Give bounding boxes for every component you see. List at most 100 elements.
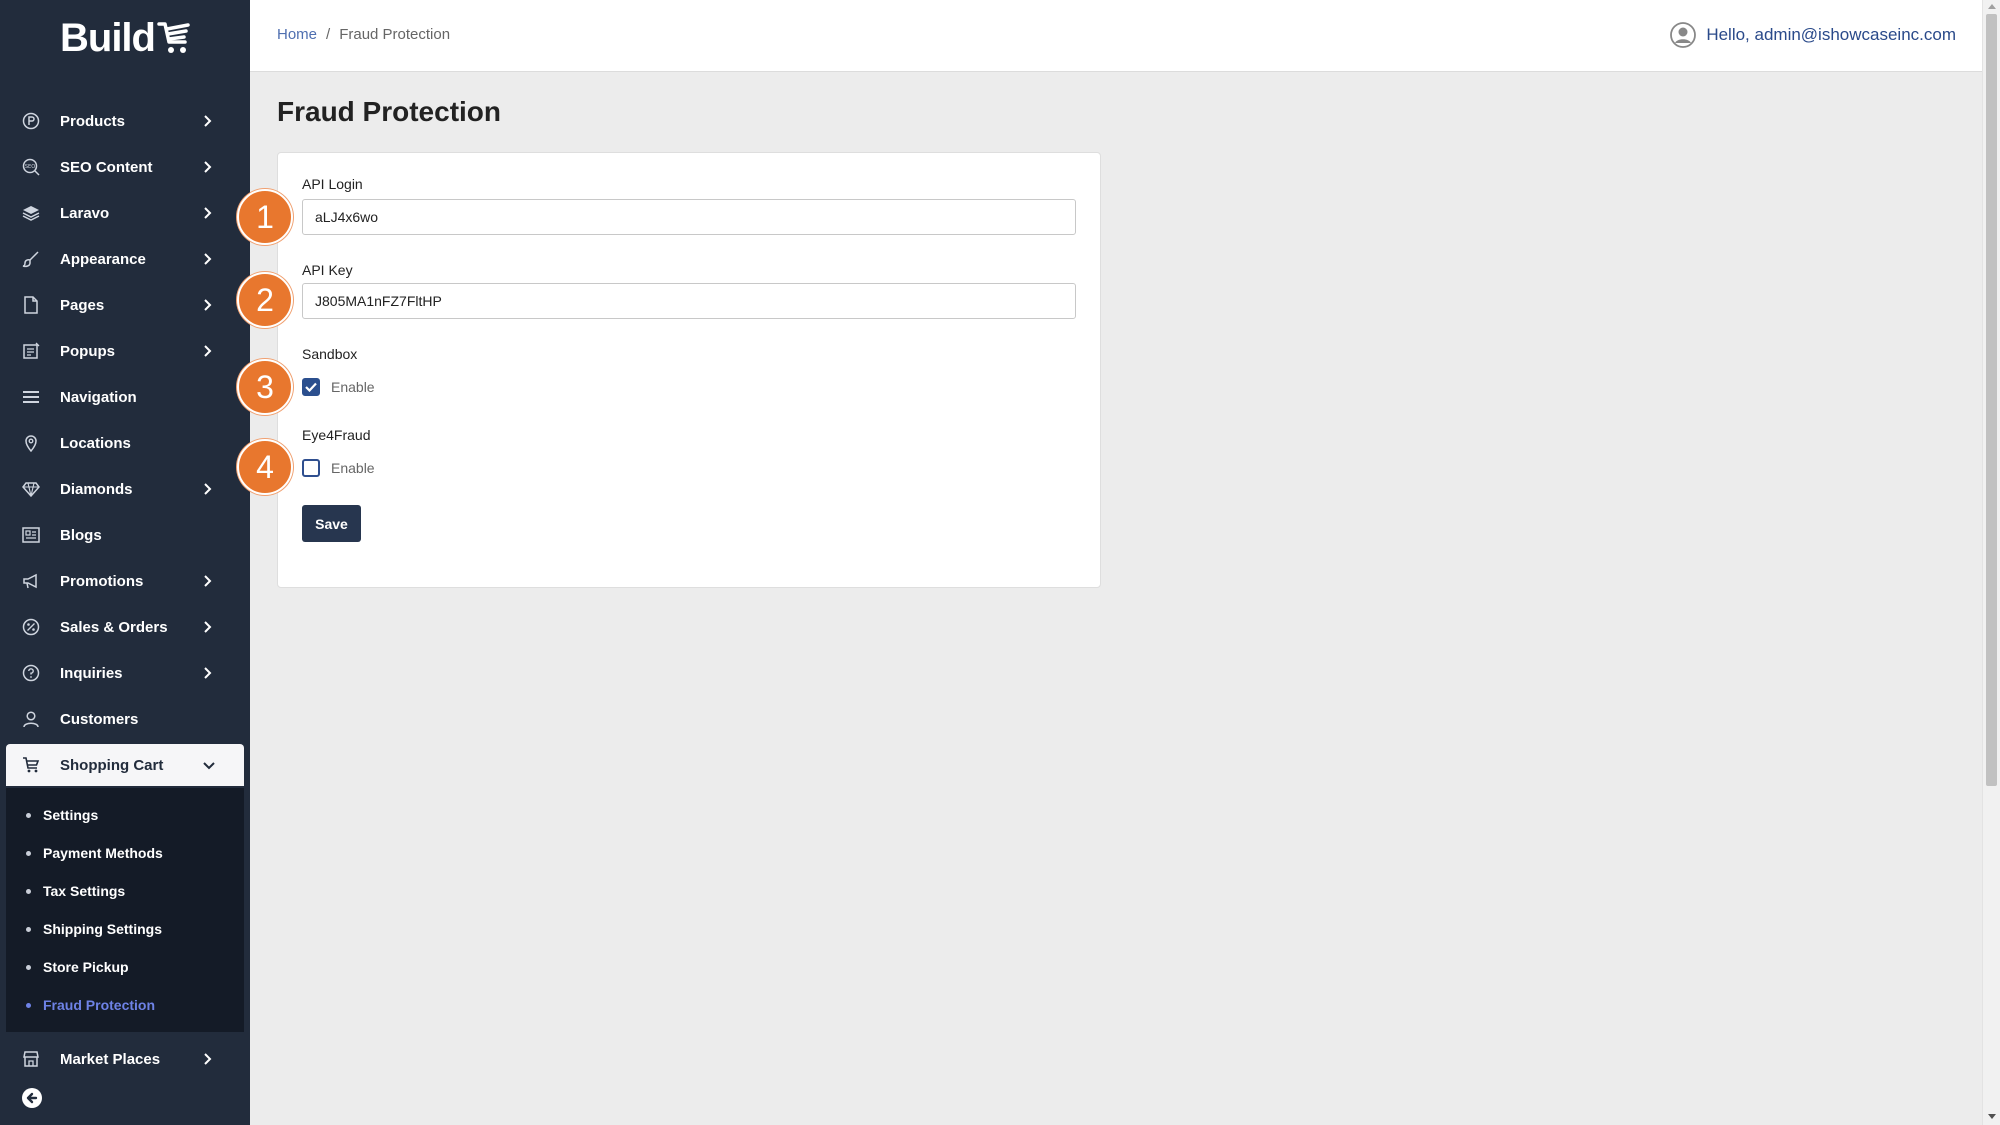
- store-icon: [20, 1048, 42, 1070]
- submenu-item-store-pickup[interactable]: Store Pickup: [6, 948, 244, 986]
- chevron-right-icon: [200, 206, 214, 220]
- user-menu[interactable]: Hello, admin@ishowcaseinc.com: [1670, 22, 1956, 48]
- sidebar-item-products[interactable]: Products: [0, 98, 250, 144]
- sidebar-item-label: Popups: [60, 342, 115, 360]
- chevron-right-icon: [200, 114, 214, 128]
- sidebar-item-market-places[interactable]: Market Places: [0, 1036, 250, 1082]
- scroll-down-icon[interactable]: [1988, 1114, 1996, 1119]
- sidebar-item-promotions[interactable]: Promotions: [0, 558, 250, 604]
- sidebar-item-label: Market Places: [60, 1050, 161, 1068]
- sidebar-item-label: Laravo: [60, 204, 110, 222]
- arrow-left-icon: [26, 1092, 38, 1104]
- chevron-right-icon: [200, 298, 214, 312]
- svg-text:SEO: SEO: [25, 164, 35, 170]
- sidebar-item-customers[interactable]: Customers: [0, 696, 250, 742]
- submenu-item-fraud-protection[interactable]: Fraud Protection: [6, 986, 244, 1024]
- sidebar-item-locations[interactable]: Locations: [0, 420, 250, 466]
- chevron-right-icon: [200, 666, 214, 680]
- bullet-dot: [26, 888, 31, 894]
- shopping-cart-submenu: Settings Payment Methods Tax Settings Sh…: [6, 788, 244, 1032]
- submenu-item-shipping-settings[interactable]: Shipping Settings: [6, 910, 244, 948]
- chevron-right-icon: [200, 344, 214, 358]
- chevron-right-icon: [200, 482, 214, 496]
- submenu-item-label: Store Pickup: [43, 959, 129, 975]
- layers-icon: [20, 202, 42, 224]
- scroll-thumb[interactable]: [1986, 14, 1997, 786]
- sidebar-item-popups[interactable]: Popups: [0, 328, 250, 374]
- bullet-dot: [26, 1002, 31, 1008]
- bullet-dot: [26, 926, 31, 932]
- blog-icon: [20, 524, 42, 546]
- sidebar-item-label: Customers: [60, 710, 139, 728]
- bullet-dot: [26, 964, 31, 970]
- sidebar-item-label: Locations: [60, 434, 131, 452]
- sidebar-item-laravo[interactable]: Laravo: [0, 190, 250, 236]
- sandbox-enable-checkbox[interactable]: Enable: [302, 378, 375, 396]
- chevron-right-icon: [200, 252, 214, 266]
- user-avatar-icon: [1670, 22, 1697, 48]
- chevron-right-icon: [200, 1052, 214, 1066]
- sidebar-item-label: Appearance: [60, 250, 146, 268]
- sidebar-item-blogs[interactable]: Blogs: [0, 512, 250, 558]
- submenu-item-label: Fraud Protection: [43, 997, 156, 1013]
- sidebar-item-diamonds[interactable]: Diamonds: [0, 466, 250, 512]
- eye4fraud-checkbox-box[interactable]: [302, 459, 320, 477]
- sidebar-item-inquiries[interactable]: Inquiries: [0, 650, 250, 696]
- sidebar-item-label: Products: [60, 112, 126, 130]
- sidebar-item-label: Promotions: [60, 572, 144, 590]
- sidebar-item-label: Shopping Cart: [60, 756, 164, 774]
- sidebar-item-label: Pages: [60, 296, 105, 314]
- user-icon: [20, 708, 42, 730]
- callout-marker-1: 1: [237, 189, 293, 245]
- chevron-down-icon: [202, 758, 216, 772]
- percent-icon: [20, 616, 42, 638]
- sidebar-item-appearance[interactable]: Appearance: [0, 236, 250, 282]
- breadcrumb-separator: /: [326, 26, 331, 43]
- bullet-dot: [26, 812, 31, 818]
- api-key-input[interactable]: [302, 283, 1076, 319]
- location-pin-icon: [20, 432, 42, 454]
- bullet-dot: [26, 850, 31, 856]
- sidebar-item-shopping-cart[interactable]: Shopping Cart: [6, 744, 244, 786]
- submenu-item-tax-settings[interactable]: Tax Settings: [6, 872, 244, 910]
- sidebar-item-seo-content[interactable]: SEO SEO Content: [0, 144, 250, 190]
- eye4fraud-label: Eye4Fraud: [302, 427, 371, 443]
- callout-marker-3: 3: [237, 359, 293, 415]
- callout-marker-2: 2: [237, 272, 293, 328]
- logo[interactable]: Build: [60, 16, 191, 60]
- chevron-right-icon: [200, 160, 214, 174]
- question-icon: [20, 662, 42, 684]
- submenu-item-settings[interactable]: Settings: [6, 796, 244, 834]
- menu-icon: [20, 386, 42, 408]
- submenu-item-label: Tax Settings: [43, 883, 126, 899]
- api-login-input[interactable]: [302, 199, 1076, 235]
- api-login-label: API Login: [302, 176, 363, 192]
- seo-icon: SEO: [20, 156, 42, 178]
- save-button[interactable]: Save: [302, 505, 361, 542]
- sidebar: Build Products SEO SEO Content Laravo Ap…: [0, 0, 250, 1125]
- eye4fraud-enable-text: Enable: [331, 460, 375, 476]
- submenu-item-label: Payment Methods: [43, 845, 163, 861]
- eye4fraud-enable-checkbox[interactable]: Enable: [302, 459, 375, 477]
- sidebar-item-pages[interactable]: Pages: [0, 282, 250, 328]
- sidebar-item-navigation[interactable]: Navigation: [0, 374, 250, 420]
- sidebar-item-sales-orders[interactable]: Sales & Orders: [0, 604, 250, 650]
- top-header: Home / Fraud Protection Hello, admin@ish…: [250, 0, 1982, 72]
- megaphone-icon: [20, 570, 42, 592]
- sandbox-checkbox-box[interactable]: [302, 378, 320, 396]
- breadcrumb: Home / Fraud Protection: [277, 26, 450, 43]
- collapse-sidebar-button[interactable]: [22, 1088, 42, 1108]
- page-title: Fraud Protection: [277, 96, 502, 127]
- api-key-label: API Key: [302, 262, 353, 278]
- scroll-up-icon[interactable]: [1988, 4, 1996, 9]
- fraud-protection-form: API Login API Key Sandbox Enable Eye4Fra…: [277, 152, 1101, 588]
- sidebar-item-label: Navigation: [60, 388, 137, 406]
- page-scrollbar[interactable]: [1982, 0, 2000, 1125]
- breadcrumb-home-link[interactable]: Home: [277, 26, 317, 43]
- popup-icon: [20, 340, 42, 362]
- callout-marker-4: 4: [237, 439, 293, 495]
- diamond-icon: [20, 478, 42, 500]
- sidebar-item-label: Inquiries: [60, 664, 123, 682]
- product-circle-icon: [20, 110, 42, 132]
- submenu-item-payment-methods[interactable]: Payment Methods: [6, 834, 244, 872]
